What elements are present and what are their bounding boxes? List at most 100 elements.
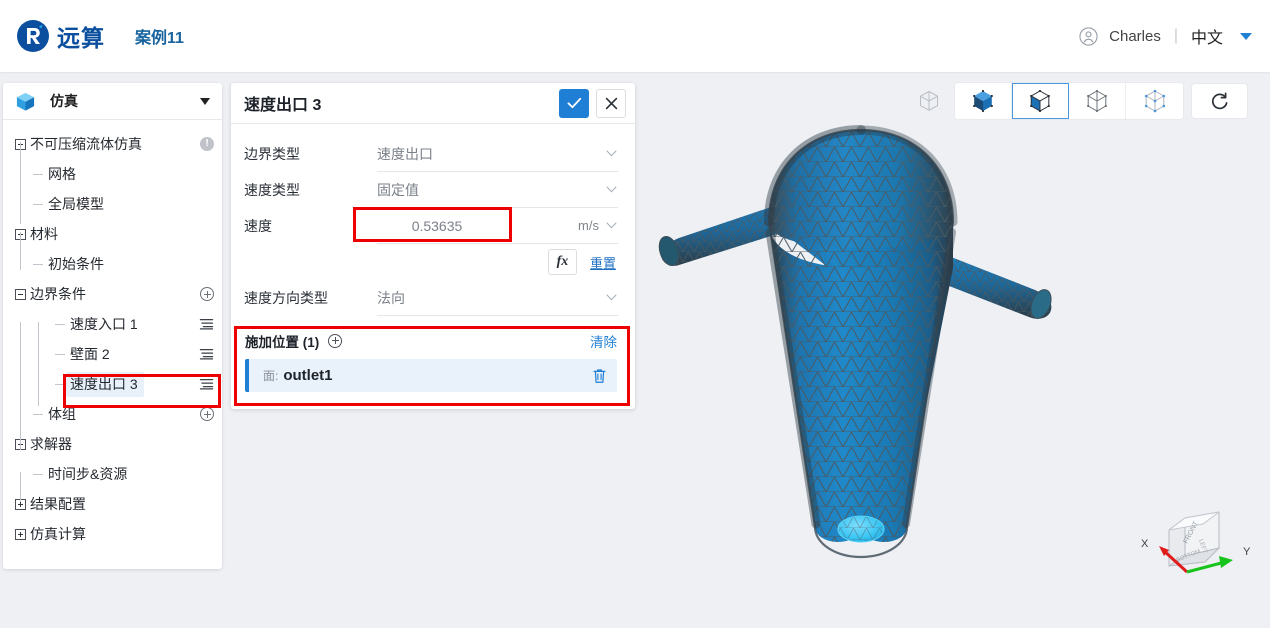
tree-branch-stub <box>33 409 44 420</box>
sidebar-item-2[interactable]: 全局模型 <box>3 189 222 219</box>
velocity-input-wrap[interactable]: 0.53635 m/s <box>377 208 618 244</box>
sidebar-item-label: 求解器 <box>30 435 72 452</box>
sidebar-item-label: 速度出口 3 <box>70 375 138 392</box>
brand-name: 远算 <box>57 25 105 51</box>
chevron-down-icon[interactable] <box>606 294 617 301</box>
tree-branch-stub <box>33 469 44 480</box>
field-value: 法向 <box>377 289 405 306</box>
viewport-3d[interactable]: FRONT LEFT BOTTOM X Y <box>639 72 1270 628</box>
location-item-name: outlet1 <box>283 367 333 384</box>
sidebar-item-11[interactable]: 时间步&资源 <box>3 459 222 489</box>
properties-body: 边界类型 速度出口 速度类型 固定值 速度 0.53635 m/s fx 重置 … <box>231 124 635 316</box>
outlet1-highlighted-face <box>837 515 885 543</box>
field-select-velocity-direction[interactable]: 法向 <box>377 280 618 316</box>
cancel-button[interactable] <box>596 88 626 118</box>
header-separator: | <box>1173 27 1178 44</box>
sidebar-item-label-wrap: 速度入口 1 <box>66 312 144 337</box>
applied-location-header: 施加位置 (1) 清除 <box>245 328 617 353</box>
field-row-velocity-type: 速度类型 固定值 <box>244 172 618 208</box>
applied-location-block: 施加位置 (1) 清除 面: outlet1 <box>237 322 625 401</box>
tree-header[interactable]: 仿真 <box>3 83 222 120</box>
project-name: 案例11 <box>135 30 184 47</box>
velocity-input[interactable]: 0.53635 <box>377 218 497 234</box>
sidebar-item-10[interactable]: 求解器 <box>3 429 222 459</box>
trash-icon[interactable] <box>592 367 607 384</box>
sidebar-item-3[interactable]: 材料 <box>3 219 222 249</box>
panel-title: 速度出口 3 <box>244 97 322 114</box>
user-avatar-icon <box>1079 26 1098 46</box>
axis-x-label: X <box>1141 538 1149 550</box>
sidebar-item-label-wrap: 边界条件 <box>26 282 92 307</box>
sidebar-item-label-wrap: 壁面 2 <box>66 342 116 367</box>
field-select-boundary-type[interactable]: 速度出口 <box>377 136 618 172</box>
sidebar-item-label: 速度入口 1 <box>70 315 138 332</box>
collapse-icon[interactable] <box>15 288 26 300</box>
field-select-velocity-type[interactable]: 固定值 <box>377 172 618 208</box>
close-icon <box>605 97 617 109</box>
sidebar-item-0[interactable]: 不可压缩流体仿真! <box>3 129 222 159</box>
sidebar-item-12[interactable]: 结果配置 <box>3 489 222 519</box>
plus-circle-icon[interactable] <box>328 333 343 348</box>
reset-link[interactable]: 重置 <box>590 253 616 272</box>
sidebar-item-4[interactable]: 初始条件 <box>3 249 222 279</box>
sidebar-item-label: 不可压缩流体仿真 <box>30 135 142 152</box>
sidebar-item-13[interactable]: 仿真计算 <box>3 519 222 549</box>
add-icon[interactable] <box>200 407 214 421</box>
header-buttons <box>559 88 626 118</box>
solid-edges-cube-icon[interactable] <box>1012 83 1069 119</box>
tree-branch-stub <box>33 259 44 270</box>
sidebar-item-6[interactable]: 速度入口 1 <box>3 309 222 339</box>
sidebar-item-label: 体组 <box>48 405 76 422</box>
sidebar-item-label-wrap: 速度出口 3 <box>66 371 144 397</box>
clear-link[interactable]: 清除 <box>590 331 617 351</box>
field-label: 边界类型 <box>244 146 300 162</box>
sidebar-item-label: 材料 <box>30 225 58 242</box>
velocity-unit: m/s <box>578 218 599 233</box>
function-icon[interactable]: fx <box>547 249 577 275</box>
sidebar-item-label: 网格 <box>48 165 76 182</box>
axis-orientation-gizmo[interactable]: FRONT LEFT BOTTOM X Y <box>1141 500 1257 593</box>
add-icon[interactable] <box>200 287 214 301</box>
chevron-down-icon[interactable] <box>606 150 617 157</box>
sidebar-item-label-wrap: 不可压缩流体仿真 <box>26 132 148 157</box>
field-row-velocity-direction-type: 速度方向类型 法向 <box>244 280 618 316</box>
chevron-down-icon[interactable] <box>606 222 617 229</box>
field-row-boundary-type: 边界类型 速度出口 <box>244 136 618 172</box>
sidebar-item-9[interactable]: 体组 <box>3 399 222 429</box>
menu-icon[interactable] <box>199 378 214 390</box>
field-label: 速度类型 <box>244 182 300 198</box>
sidebar-item-label-wrap: 初始条件 <box>44 252 110 277</box>
language-label[interactable]: 中文 <box>1191 24 1223 48</box>
tree-connector-line <box>38 322 39 406</box>
tree-branch-stub <box>55 379 66 390</box>
velocity-actions-row: fx 重置 <box>244 244 618 280</box>
tree-branch-stub <box>55 319 66 330</box>
tree-header-label: 仿真 <box>50 93 78 109</box>
sidebar-item-label-wrap: 结果配置 <box>26 492 92 517</box>
user-name[interactable]: Charles <box>1109 28 1161 45</box>
sidebar-item-1[interactable]: 网格 <box>3 159 222 189</box>
sidebar-item-5[interactable]: 边界条件 <box>3 279 222 309</box>
sidebar-item-label-wrap: 全局模型 <box>44 192 110 217</box>
sidebar-item-label: 边界条件 <box>30 285 86 302</box>
sidebar-item-7[interactable]: 壁面 2 <box>3 339 222 369</box>
list-item[interactable]: 面: outlet1 <box>245 359 617 392</box>
caret-down-icon[interactable] <box>200 97 210 105</box>
menu-icon[interactable] <box>199 318 214 330</box>
brand[interactable]: 远算 <box>16 19 105 53</box>
header-right: Charles | 中文 <box>1079 24 1252 48</box>
menu-icon[interactable] <box>199 348 214 360</box>
chevron-down-icon[interactable] <box>606 186 617 193</box>
tree-body: 不可压缩流体仿真! 网格全局模型材料初始条件边界条件速度入口 1 壁面 2 速度出口 … <box>3 120 222 549</box>
expand-icon[interactable] <box>15 528 26 540</box>
sidebar-item-8[interactable]: 速度出口 3 <box>3 369 222 399</box>
confirm-button[interactable] <box>559 88 589 118</box>
separator-body <box>764 125 958 559</box>
info-icon[interactable]: ! <box>200 137 214 151</box>
properties-header: 速度出口 3 <box>231 83 635 124</box>
field-value: 固定值 <box>377 181 419 198</box>
caret-down-icon[interactable] <box>1240 32 1252 40</box>
sidebar-item-label-wrap: 求解器 <box>26 432 78 457</box>
location-item-kind: 面: <box>263 369 279 383</box>
sidebar-item-label-wrap: 体组 <box>44 402 82 427</box>
